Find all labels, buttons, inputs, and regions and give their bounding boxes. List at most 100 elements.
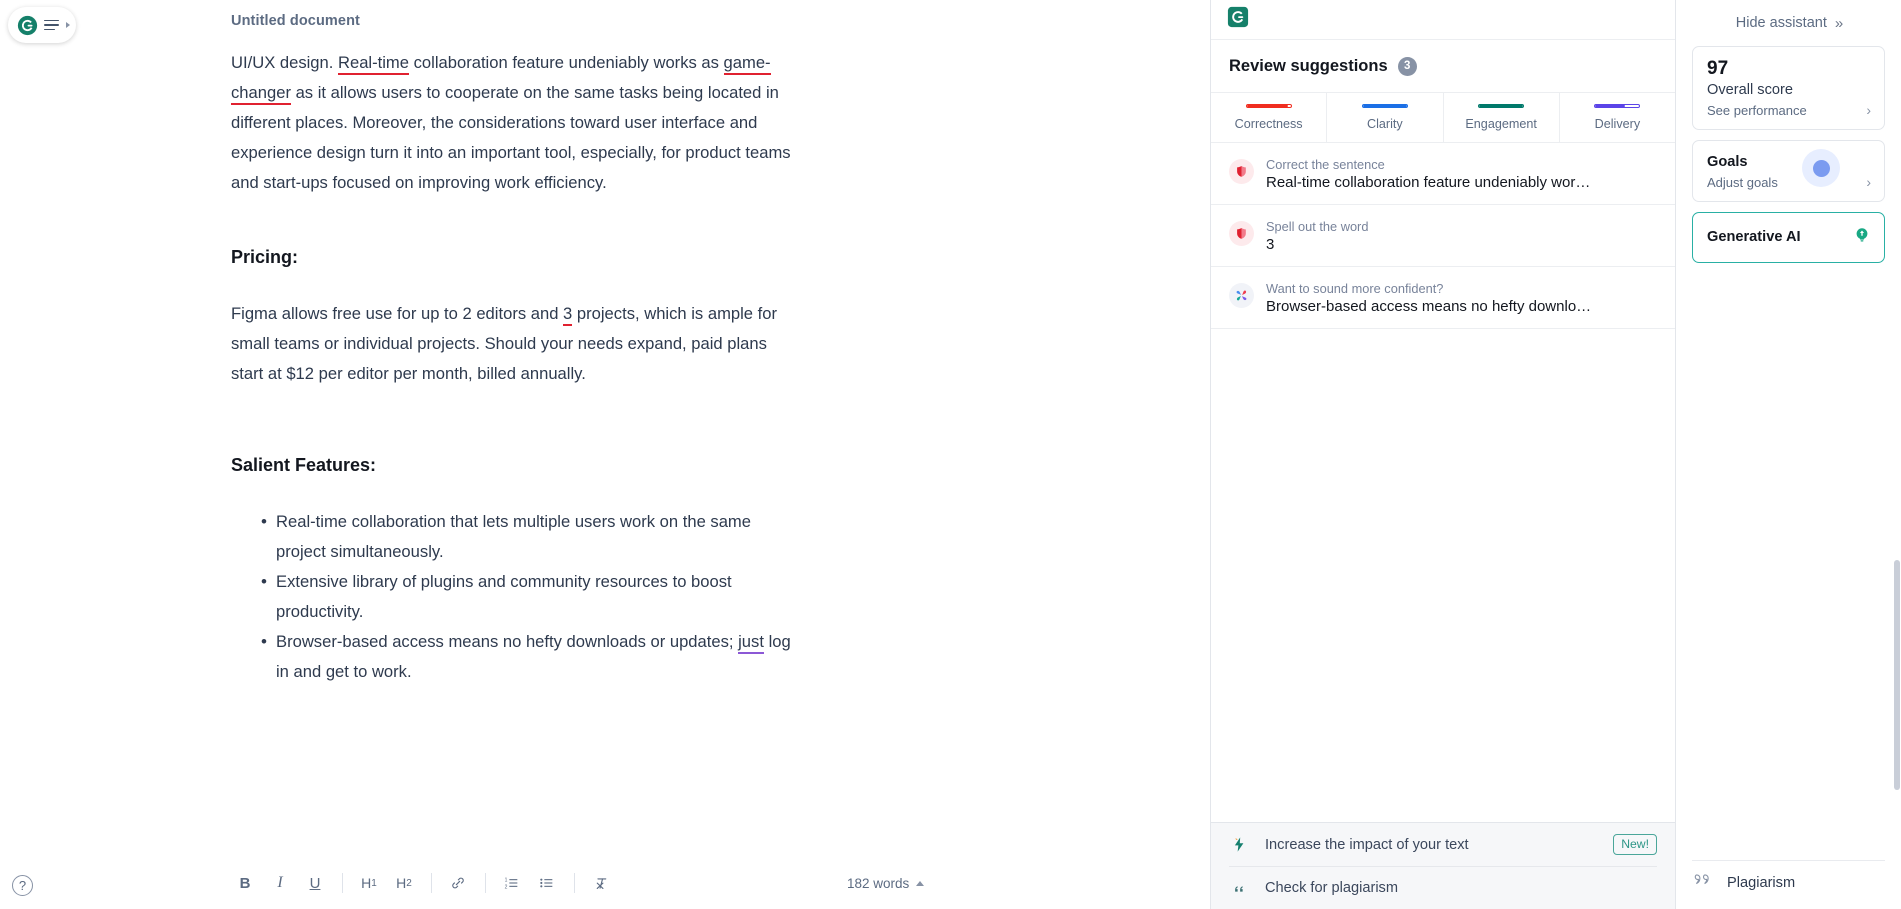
list-item: Extensive library of plugins and communi… bbox=[231, 567, 791, 627]
lightning-bolt-icon bbox=[1229, 836, 1249, 853]
heading2-button[interactable]: H2 bbox=[387, 867, 421, 899]
para1-part-b: collaboration feature undeniably works a… bbox=[409, 53, 724, 72]
suggestion-preview: Browser-based access means no hefty down… bbox=[1266, 298, 1596, 315]
sidebar-scrollbar[interactable] bbox=[1893, 0, 1901, 909]
plagiarism-label: Plagiarism bbox=[1727, 874, 1796, 891]
tab-label: Delivery bbox=[1594, 117, 1641, 132]
logo-menu-pill[interactable] bbox=[8, 7, 76, 43]
see-performance-row[interactable]: See performance › bbox=[1707, 102, 1871, 118]
suggestion-highlight-just[interactable]: just bbox=[738, 632, 764, 654]
suggestion-text: Want to sound more confident? Browser-ba… bbox=[1266, 281, 1596, 315]
shield-icon bbox=[1229, 221, 1254, 246]
chevron-double-right-icon: » bbox=[1834, 14, 1843, 32]
tab-clarity[interactable]: Clarity bbox=[1327, 93, 1444, 142]
document-body[interactable]: UI/UX design. Real-time collaboration fe… bbox=[231, 48, 791, 687]
toolbar-divider bbox=[574, 873, 575, 893]
clarity-progress-bar bbox=[1361, 103, 1408, 109]
suggestion-kicker: Want to sound more confident? bbox=[1266, 281, 1444, 296]
heading1-button[interactable]: H1 bbox=[352, 867, 386, 899]
category-tabs: Correctness Clarity Engagement Delivery bbox=[1211, 92, 1675, 143]
bullet-list-icon[interactable] bbox=[530, 867, 564, 899]
h2-letter: H bbox=[396, 875, 407, 891]
features-list: Real-time collaboration that lets multip… bbox=[231, 507, 791, 687]
heading-salient-features: Salient Features: bbox=[231, 455, 377, 475]
toolbar-divider bbox=[342, 873, 343, 893]
h1-subscript: 1 bbox=[371, 877, 377, 889]
panel-title: Review suggestions bbox=[1229, 56, 1388, 75]
check-plagiarism-row[interactable]: Check for plagiarism bbox=[1229, 866, 1657, 909]
adjust-goals-row[interactable]: Adjust goals › bbox=[1707, 174, 1871, 190]
flower-icon bbox=[1229, 283, 1254, 308]
hamburger-menu-icon[interactable] bbox=[44, 19, 59, 31]
para1-part-a: UI/UX design. bbox=[231, 53, 338, 72]
document-title[interactable]: Untitled document bbox=[231, 13, 360, 29]
hide-assistant-label: Hide assistant bbox=[1735, 15, 1827, 31]
para1-part-c: as it allows users to cooperate on the s… bbox=[231, 83, 791, 192]
suggestion-highlight-three[interactable]: 3 bbox=[563, 304, 573, 326]
suggestions-panel: Review suggestions 3 Correctness Clarity… bbox=[1210, 0, 1676, 909]
list-item: Browser-based access means no hefty down… bbox=[231, 627, 791, 687]
hide-assistant-button[interactable]: Hide assistant » bbox=[1692, 0, 1885, 46]
clear-formatting-icon[interactable] bbox=[584, 867, 618, 899]
h2-subscript: 2 bbox=[406, 877, 412, 889]
editor-column: Untitled document UI/UX design. Real-tim… bbox=[0, 0, 1210, 909]
increase-impact-row[interactable]: Increase the impact of your text New! bbox=[1229, 823, 1657, 866]
panel-header: Review suggestions 3 bbox=[1211, 40, 1675, 92]
suggestion-text: Spell out the word 3 bbox=[1266, 219, 1368, 253]
suggestion-card[interactable]: Spell out the word 3 bbox=[1211, 205, 1675, 267]
help-question-icon[interactable]: ? bbox=[12, 875, 33, 896]
generative-ai-label: Generative AI bbox=[1707, 229, 1801, 245]
para2-part-a: Figma allows free use for up to 2 editor… bbox=[231, 304, 564, 323]
toolbar-buttons: B I U H1 H2 1 2 bbox=[228, 867, 619, 899]
word-count[interactable]: 182 words bbox=[847, 876, 925, 891]
ordered-list-icon[interactable]: 1 2 bbox=[495, 867, 529, 899]
tab-label: Clarity bbox=[1367, 117, 1403, 132]
svg-text:2: 2 bbox=[505, 884, 508, 890]
tab-engagement[interactable]: Engagement bbox=[1444, 93, 1560, 142]
goal-dot bbox=[1812, 159, 1830, 177]
quote-marks-icon bbox=[1692, 869, 1714, 896]
suggestion-kicker: Correct the sentence bbox=[1266, 157, 1385, 172]
scrollbar-thumb[interactable] bbox=[1894, 560, 1900, 790]
suggestion-card[interactable]: Correct the sentence Real-time collabora… bbox=[1211, 143, 1675, 205]
tab-correctness[interactable]: Correctness bbox=[1211, 93, 1328, 142]
shield-icon bbox=[1229, 159, 1254, 184]
generative-ai-card[interactable]: Generative AI bbox=[1692, 212, 1885, 263]
suggestion-list: Correct the sentence Real-time collabora… bbox=[1211, 143, 1675, 822]
chevron-right-icon: › bbox=[1866, 102, 1871, 118]
caret-right-icon[interactable] bbox=[66, 22, 70, 28]
chevron-right-icon: › bbox=[1866, 174, 1871, 190]
svg-text:1: 1 bbox=[505, 878, 508, 884]
grammarly-editor-app: Untitled document UI/UX design. Real-tim… bbox=[0, 0, 1901, 909]
panel-logo-bar bbox=[1211, 0, 1675, 40]
formatting-toolbar: B I U H1 H2 1 2 182 words bbox=[0, 857, 1210, 909]
tab-delivery[interactable]: Delivery bbox=[1560, 93, 1675, 142]
check-plagiarism-label: Check for plagiarism bbox=[1265, 880, 1399, 896]
overall-score-card[interactable]: 97 Overall score See performance › bbox=[1692, 46, 1885, 130]
bold-button[interactable]: B bbox=[228, 867, 262, 899]
suggestion-card[interactable]: Want to sound more confident? Browser-ba… bbox=[1211, 267, 1675, 329]
underline-button[interactable]: U bbox=[298, 867, 332, 899]
grammarly-g-icon[interactable] bbox=[17, 15, 38, 36]
paragraph-pricing: Figma allows free use for up to 2 editor… bbox=[231, 299, 791, 389]
italic-button[interactable]: I bbox=[263, 867, 297, 899]
link-icon[interactable] bbox=[441, 867, 475, 899]
suggestion-text: Correct the sentence Real-time collabora… bbox=[1266, 157, 1596, 191]
panel-footer: Increase the impact of your text New! Ch… bbox=[1211, 822, 1675, 909]
paragraph-intro: UI/UX design. Real-time collaboration fe… bbox=[231, 48, 791, 198]
assistant-sidebar: Hide assistant » 97 Overall score See pe… bbox=[1676, 0, 1901, 909]
caret-up-icon[interactable] bbox=[916, 880, 925, 886]
suggestion-kicker: Spell out the word bbox=[1266, 219, 1369, 234]
goal-dot-indicator bbox=[1802, 149, 1840, 187]
overall-score-value: 97 bbox=[1707, 58, 1729, 79]
increase-impact-label: Increase the impact of your text bbox=[1265, 836, 1469, 853]
plagiarism-row[interactable]: Plagiarism bbox=[1692, 856, 1885, 896]
suggestion-highlight-realtime[interactable]: Real-time bbox=[337, 53, 409, 75]
grammarly-g-icon[interactable] bbox=[1227, 6, 1249, 33]
goals-card[interactable]: Goals Adjust goals › bbox=[1692, 140, 1885, 202]
new-badge: New! bbox=[1613, 834, 1657, 855]
